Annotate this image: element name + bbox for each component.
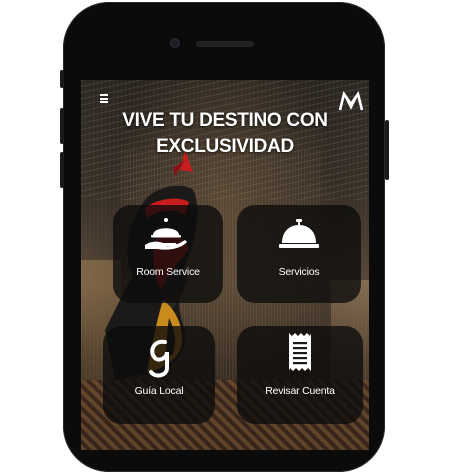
phone-volume-up <box>60 108 64 144</box>
receipt-icon <box>289 333 311 371</box>
hero-line-2: EXCLUSIVIDAD <box>156 136 294 157</box>
guia-local-label: Guía Local <box>134 385 184 397</box>
phone-speaker <box>196 41 254 47</box>
room-service-label: Room Service <box>136 266 200 278</box>
phone-volume-down <box>60 152 64 188</box>
room-service-button[interactable]: Room Service <box>113 205 223 303</box>
hero-headline: VIVE TU DESTINO CON EXCLUSIVIDAD <box>100 108 350 160</box>
servicios-button[interactable]: Servicios <box>237 205 361 303</box>
phone-power-button <box>385 120 389 180</box>
phone-camera <box>170 38 180 48</box>
guide-g-icon <box>149 339 169 378</box>
phone-mute-switch <box>60 70 64 88</box>
hamburger-menu-icon[interactable] <box>100 94 108 103</box>
servicios-label: Servicios <box>278 266 320 278</box>
cloche-hand-icon <box>145 218 187 250</box>
revisar-cuenta-button[interactable]: Revisar Cuenta <box>237 326 363 424</box>
service-bell-icon <box>279 219 319 248</box>
hero-line-1: VIVE TU DESTINO CON <box>122 110 328 131</box>
guia-local-button[interactable]: Guía Local <box>103 326 215 424</box>
revisar-cuenta-label: Revisar Cuenta <box>265 385 335 397</box>
